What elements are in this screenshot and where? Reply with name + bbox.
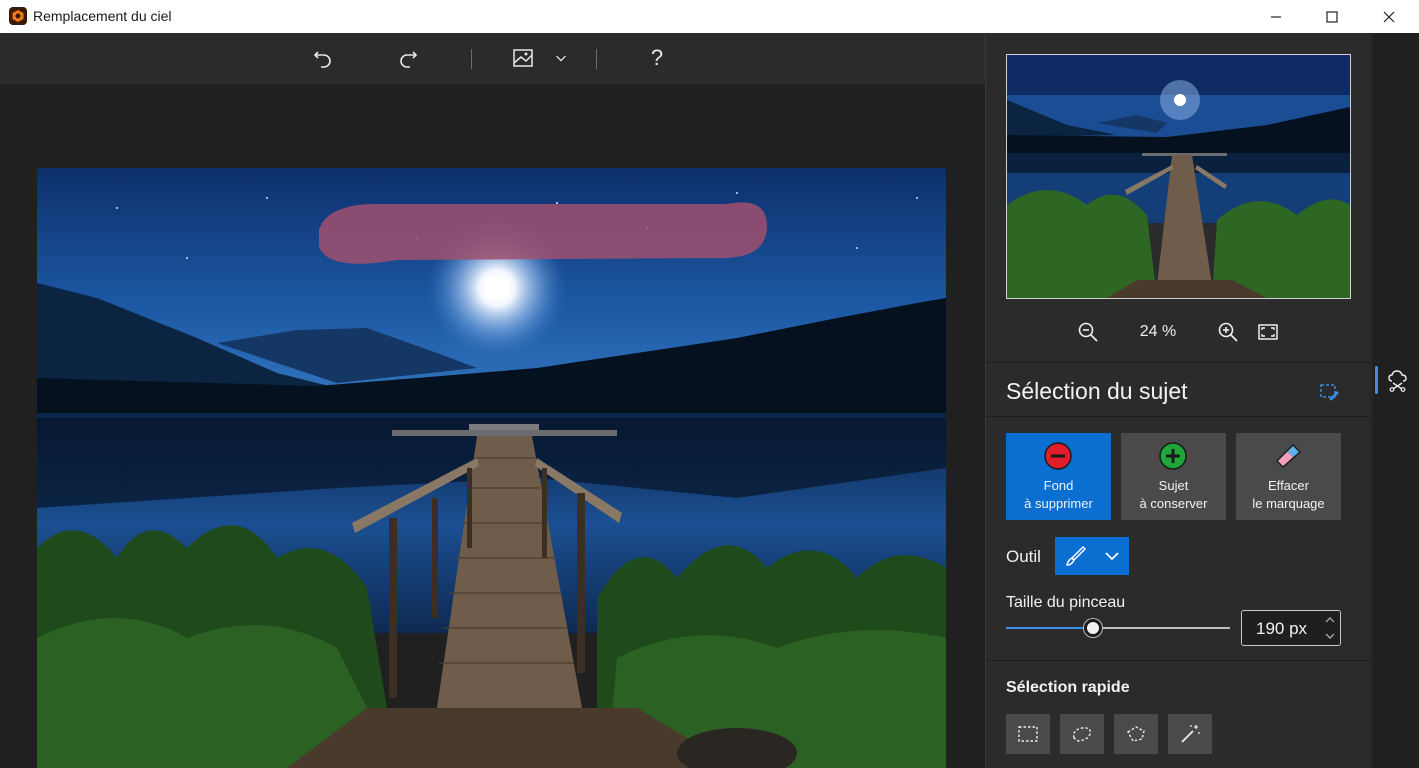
brush-icon bbox=[1066, 545, 1087, 566]
selection-edit-icon[interactable] bbox=[1319, 381, 1341, 403]
help-icon: ? bbox=[650, 45, 664, 70]
side-toolstrip bbox=[1371, 33, 1419, 768]
mode-label-line1: Effacer bbox=[1268, 478, 1309, 493]
rectangle-select-icon bbox=[1018, 726, 1038, 742]
zoom-out-icon bbox=[1078, 322, 1098, 342]
brush-size-label: Taille du pinceau bbox=[1006, 594, 1126, 611]
lasso-button[interactable] bbox=[1060, 714, 1104, 754]
top-toolbar: ? bbox=[0, 33, 985, 84]
fit-screen-icon bbox=[1258, 324, 1278, 340]
panel-divider bbox=[986, 416, 1371, 417]
rectangle-select-button[interactable] bbox=[1006, 714, 1050, 754]
lake-photo bbox=[37, 168, 946, 768]
keep-subject-button[interactable]: Sujet à conserver bbox=[1121, 433, 1226, 520]
polygon-lasso-button[interactable] bbox=[1114, 714, 1158, 754]
maximize-button[interactable] bbox=[1309, 0, 1355, 33]
sky-replace-icon[interactable] bbox=[1385, 367, 1411, 393]
image-view-icon bbox=[513, 49, 533, 67]
mask-brush-stroke bbox=[319, 202, 767, 264]
thumbnail-photo bbox=[1007, 55, 1350, 298]
subject-selection-title: Sélection du sujet bbox=[1006, 378, 1188, 404]
mode-label-line1: Sujet bbox=[1158, 478, 1189, 493]
tool-label: Outil bbox=[1006, 547, 1041, 566]
view-mode-button[interactable] bbox=[508, 43, 538, 73]
toolbar-divider bbox=[596, 49, 597, 69]
spinner-arrows-icon[interactable] bbox=[1324, 615, 1336, 641]
panel-divider bbox=[986, 660, 1371, 661]
right-panel: 24 % Sélection du sujet Fond à supprimer… bbox=[985, 33, 1371, 768]
redo-icon bbox=[400, 51, 418, 68]
chevron-down-icon bbox=[556, 55, 566, 62]
plus-circle-icon bbox=[1159, 442, 1187, 470]
close-button[interactable] bbox=[1366, 0, 1412, 33]
fit-screen-button[interactable] bbox=[1255, 319, 1281, 345]
brush-size-slider-thumb[interactable] bbox=[1084, 619, 1102, 637]
mode-label-line2: à supprimer bbox=[1024, 496, 1093, 511]
erase-marking-button[interactable]: Effacer le marquage bbox=[1236, 433, 1341, 520]
zoom-controls: 24 % bbox=[986, 316, 1371, 346]
chevron-down-icon bbox=[1105, 552, 1119, 561]
remove-background-button[interactable]: Fond à supprimer bbox=[1006, 433, 1111, 520]
magic-wand-button[interactable] bbox=[1168, 714, 1212, 754]
mode-label-line2: à conserver bbox=[1139, 496, 1208, 511]
undo-button[interactable] bbox=[308, 43, 338, 73]
lasso-icon bbox=[1072, 727, 1092, 742]
undo-icon bbox=[313, 51, 331, 68]
close-icon bbox=[1383, 11, 1395, 22]
minimize-icon bbox=[1271, 15, 1281, 18]
brush-size-value: 190 px bbox=[1256, 619, 1308, 638]
mode-label-line2: le marquage bbox=[1252, 496, 1325, 511]
eraser-icon bbox=[1276, 444, 1301, 468]
app-logo-icon bbox=[9, 7, 27, 25]
panel-divider bbox=[986, 362, 1371, 363]
brush-size-slider-fill bbox=[1006, 627, 1092, 629]
zoom-in-icon bbox=[1218, 322, 1238, 342]
brush-size-input[interactable]: 190 px bbox=[1241, 610, 1341, 646]
mode-label-line1: Fond bbox=[1043, 478, 1074, 493]
active-tool-indicator bbox=[1375, 366, 1378, 394]
toolbar-divider bbox=[471, 49, 472, 69]
help-button[interactable]: ? bbox=[642, 43, 672, 73]
photo-canvas[interactable] bbox=[37, 168, 946, 768]
redo-button[interactable] bbox=[393, 43, 423, 73]
title-bar: Remplacement du ciel bbox=[0, 0, 1419, 33]
quick-selection-title: Sélection rapide bbox=[1006, 679, 1130, 696]
tool-dropdown[interactable] bbox=[1055, 537, 1129, 575]
minimize-button[interactable] bbox=[1253, 0, 1299, 33]
window-title: Remplacement du ciel bbox=[33, 8, 172, 24]
zoom-out-button[interactable] bbox=[1075, 319, 1101, 345]
minus-circle-icon bbox=[1044, 442, 1072, 470]
maximize-icon bbox=[1326, 10, 1338, 23]
zoom-value: 24 % bbox=[1139, 323, 1177, 340]
zoom-in-button[interactable] bbox=[1215, 319, 1241, 345]
view-mode-dropdown[interactable] bbox=[546, 43, 576, 73]
navigator-thumbnail[interactable] bbox=[1006, 54, 1351, 299]
polygon-lasso-icon bbox=[1127, 726, 1145, 742]
magic-wand-icon bbox=[1181, 725, 1200, 743]
editor-area: ? bbox=[0, 33, 985, 768]
